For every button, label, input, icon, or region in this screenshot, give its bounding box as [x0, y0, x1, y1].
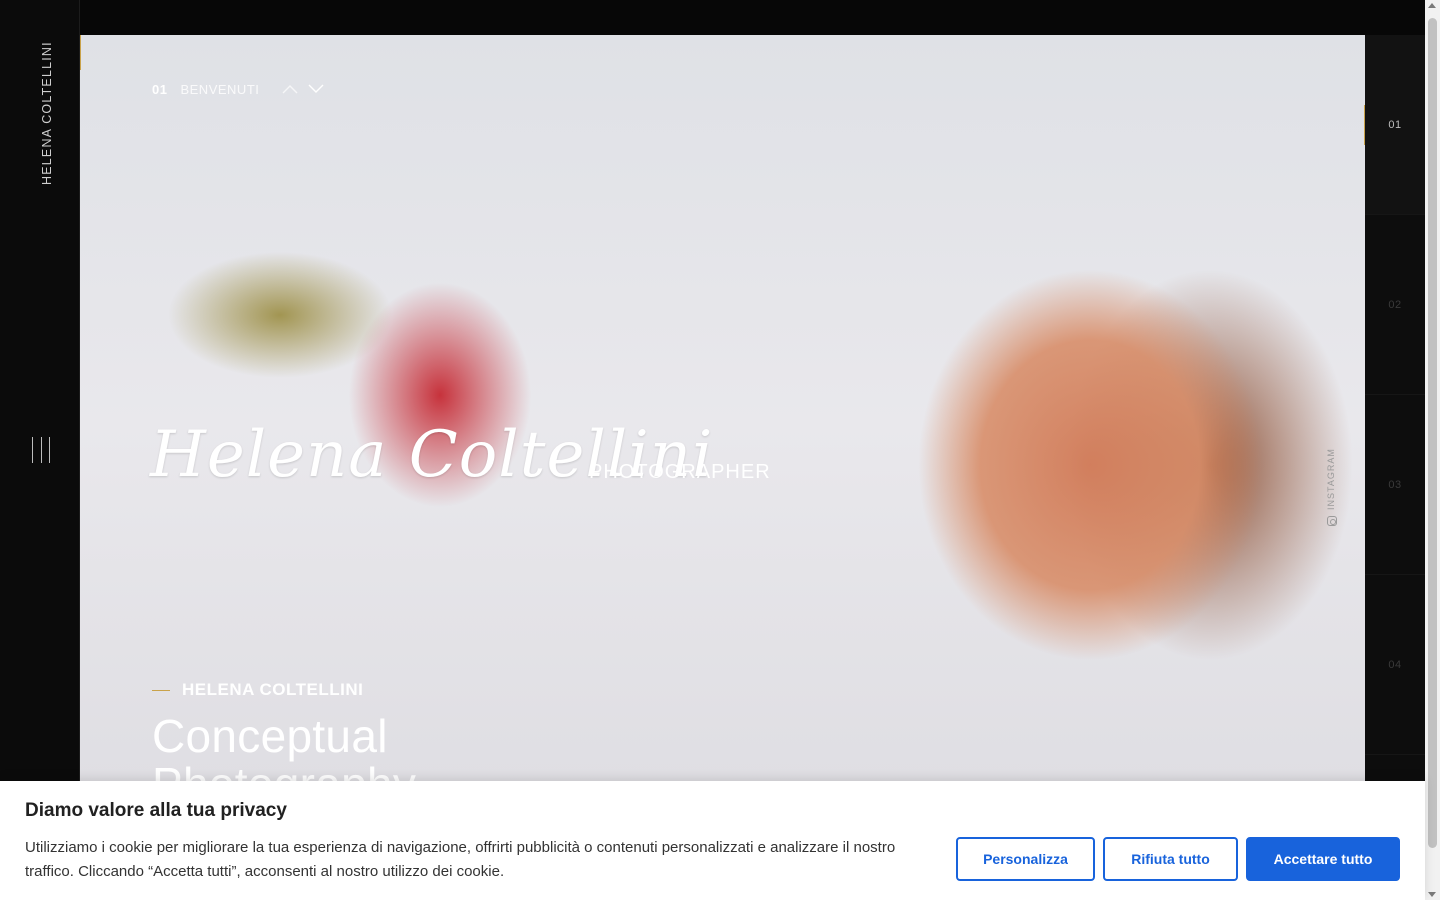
right-slide-nav: 01 02 03 04: [1364, 35, 1425, 900]
accent-mark: [80, 35, 81, 70]
menu-bar: [49, 437, 50, 463]
reject-all-button[interactable]: Rifiuta tutto: [1103, 837, 1238, 881]
headline-line-1: Conceptual: [152, 710, 388, 762]
instagram-icon: [1327, 516, 1337, 526]
brand-vertical-text[interactable]: HELENA COLTELLINI: [40, 40, 54, 185]
instagram-label: INSTAGRAM: [1326, 448, 1336, 510]
scroll-down-arrow-icon[interactable]: [1428, 892, 1436, 897]
scroll-thumb[interactable]: [1428, 18, 1437, 848]
slide-nav-item-01[interactable]: 01: [1364, 35, 1425, 215]
menu-bar: [32, 437, 33, 463]
cookie-title: Diamo valore alla tua privacy: [25, 800, 287, 821]
hero-eyebrow: HELENA COLTELLINI: [152, 680, 363, 700]
customize-button[interactable]: Personalizza: [956, 837, 1095, 881]
accept-all-button[interactable]: Accettare tutto: [1246, 837, 1400, 881]
script-subtitle: PHOTOGRAPHER: [589, 461, 771, 483]
cookie-banner: Diamo valore alla tua privacy Utilizziam…: [0, 781, 1425, 900]
slide-arrows: [282, 84, 324, 96]
page-scrollbar[interactable]: [1425, 0, 1440, 900]
slide-nav-item-03[interactable]: 03: [1365, 395, 1425, 575]
chevron-down-icon[interactable]: [308, 84, 324, 96]
eyebrow-text: HELENA COLTELLINI: [182, 680, 364, 699]
slide-number: 01: [152, 82, 168, 97]
slide-label: BENVENUTI: [180, 82, 260, 97]
left-sidebar: HELENA COLTELLINI: [0, 0, 80, 900]
cookie-text: Utilizziamo i cookie per migliorare la t…: [25, 839, 896, 880]
menu-bars-icon[interactable]: [32, 437, 50, 463]
instagram-link[interactable]: INSTAGRAM: [1326, 440, 1340, 530]
menu-bar: [40, 437, 42, 463]
slide-nav-item-02[interactable]: 02: [1365, 215, 1425, 395]
eyebrow-line: [152, 689, 170, 691]
slide-counter: 01 BENVENUTI: [152, 82, 324, 97]
chevron-up-icon[interactable]: [282, 84, 298, 96]
slide-nav-item-04[interactable]: 04: [1365, 575, 1425, 755]
scroll-up-arrow-icon[interactable]: [1428, 3, 1436, 8]
top-bar: [80, 0, 1425, 35]
